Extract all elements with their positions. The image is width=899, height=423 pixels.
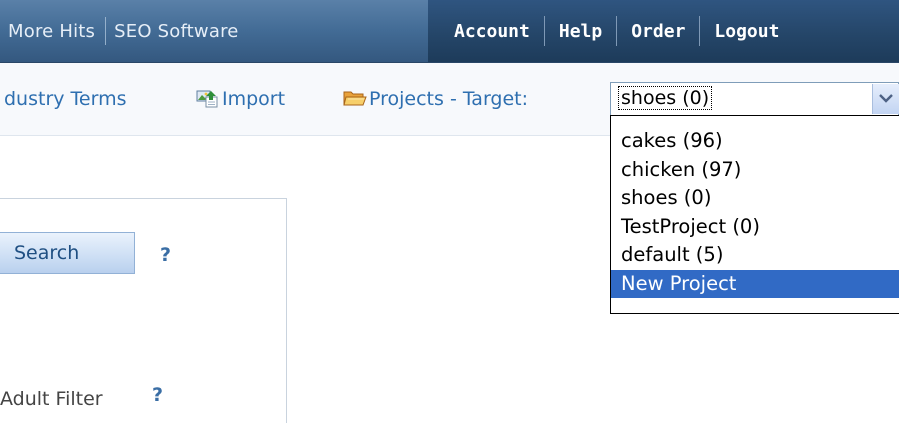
adult-filter-label: Adult Filter [0,388,103,410]
project-options-list: cakes (96) chicken (97) shoes (0) TestPr… [610,115,899,314]
search-button[interactable]: Search [0,232,135,274]
seo-software-link[interactable]: SEO Software [106,21,248,42]
import-link[interactable]: Import [196,88,285,113]
project-option[interactable]: chicken (97) [611,156,899,185]
dropdown-arrow-button[interactable] [872,84,899,114]
projects-target-label: Projects - Target: [343,88,528,113]
top-left-links: More Hits SEO Software [0,0,249,62]
account-link[interactable]: Account [428,21,544,42]
industry-terms-link[interactable]: dustry Terms [4,88,127,110]
project-option[interactable]: shoes (0) [611,184,899,213]
projects-target-text: Projects - Target: [369,88,529,110]
import-label: Import [222,88,286,110]
logout-link[interactable]: Logout [700,21,793,42]
project-target-select[interactable]: shoes (0) [610,82,899,116]
account-nav: Account Help Order Logout [428,0,899,62]
nav-divider [105,17,107,45]
project-option[interactable]: TestProject (0) [611,213,899,242]
search-help-icon[interactable]: ? [160,244,171,266]
project-option-new-project[interactable]: New Project [611,269,899,298]
project-option[interactable]: default (5) [611,241,899,270]
adult-filter-help-icon[interactable]: ? [152,384,163,406]
order-link[interactable]: Order [617,21,699,42]
import-icon [196,88,220,113]
more-hits-link[interactable]: More Hits [0,21,105,42]
folder-icon [343,88,367,113]
chevron-down-icon [879,94,893,103]
help-link[interactable]: Help [545,21,616,42]
project-option[interactable]: cakes (96) [611,127,899,156]
project-select-value: shoes (0) [617,86,713,110]
top-nav-bar: More Hits SEO Software Account Help Orde… [0,0,899,63]
